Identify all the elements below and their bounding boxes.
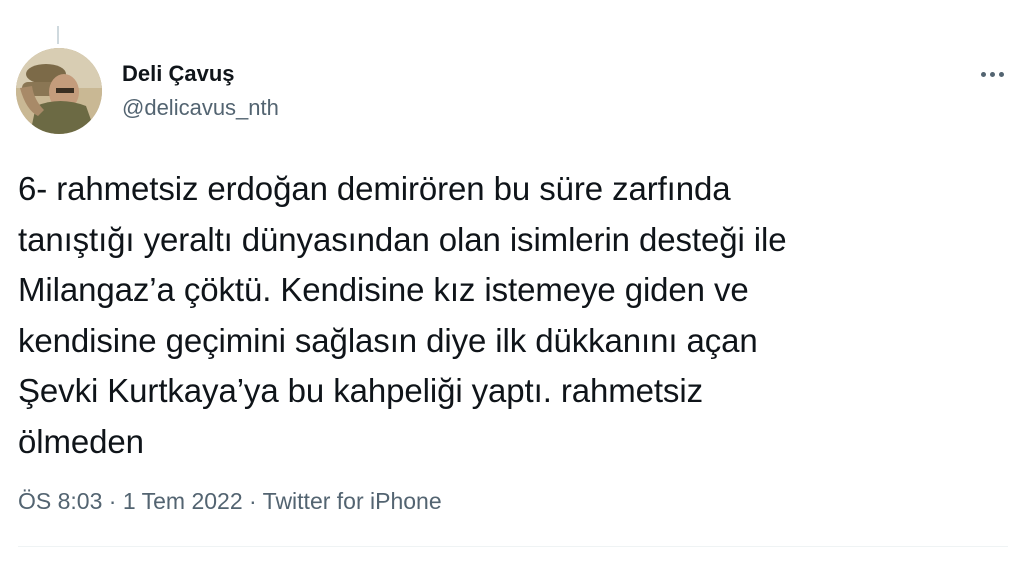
more-horizontal-icon	[980, 71, 986, 77]
tweet-date[interactable]: 1 Tem 2022	[123, 488, 243, 514]
author-block: Deli Çavuş @delicavus_nth	[122, 60, 279, 122]
meta-separator: ·	[108, 488, 117, 514]
tweet-time[interactable]: ÖS 8:03	[18, 488, 102, 514]
avatar[interactable]	[16, 48, 102, 134]
tweet-container: Deli Çavuş @delicavus_nth 6- rahmetsiz e…	[0, 0, 1024, 576]
author-handle[interactable]: @delicavus_nth	[122, 94, 279, 122]
thread-connector-line	[57, 26, 59, 44]
more-options-button[interactable]	[972, 60, 1012, 88]
avatar-image	[16, 48, 102, 134]
author-display-name[interactable]: Deli Çavuş	[122, 60, 279, 88]
tweet-source[interactable]: Twitter for iPhone	[263, 488, 442, 514]
more-horizontal-icon-dot	[998, 71, 1004, 77]
more-horizontal-icon-dot	[989, 71, 995, 77]
meta-separator: ·	[249, 488, 257, 514]
tweet-metadata: ÖS 8:03 · 1 Tem 2022 · Twitter for iPhon…	[18, 486, 442, 516]
divider	[18, 546, 1008, 547]
tweet-text: 6- rahmetsiz erdoğan demirören bu süre z…	[18, 170, 787, 460]
